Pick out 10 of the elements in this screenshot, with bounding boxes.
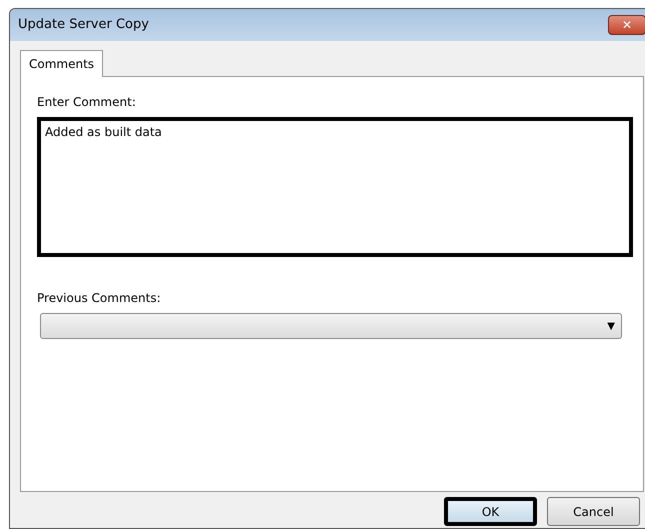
comment-field[interactable]: Added as built data xyxy=(37,117,633,257)
close-button[interactable]: ✕ xyxy=(608,15,645,35)
field-label: Previous Comments: xyxy=(37,290,162,307)
dropdown-arrow-icon: ▼ xyxy=(607,318,615,334)
cancel-button[interactable]: Cancel xyxy=(547,497,640,526)
previous-comments-dropdown[interactable]: ▼ xyxy=(40,313,622,339)
field-label: Enter Comment: xyxy=(37,94,137,111)
tab[interactable]: Comments xyxy=(20,50,104,77)
ok-button[interactable]: OK xyxy=(444,497,537,526)
window-title: Update Server Copy xyxy=(18,16,149,34)
